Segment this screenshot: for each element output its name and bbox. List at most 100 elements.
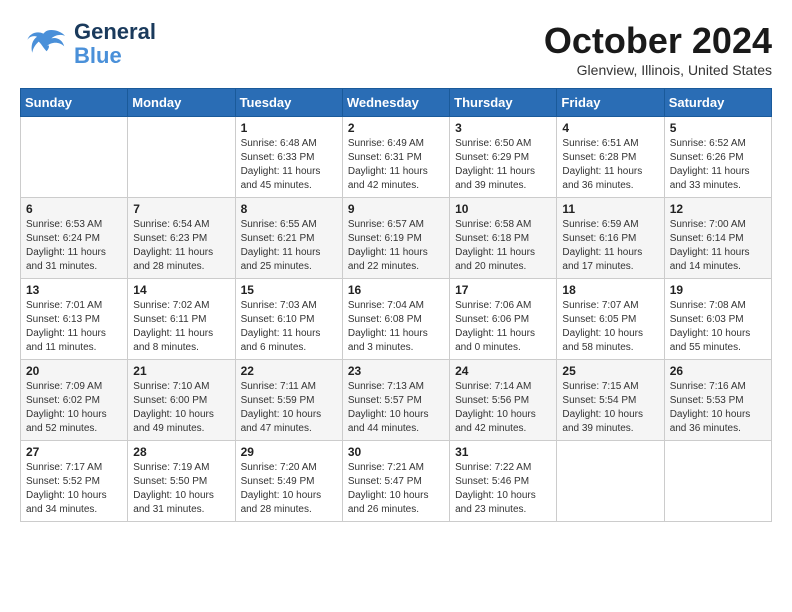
weekday-tuesday: Tuesday xyxy=(235,89,342,117)
calendar-cell: 19 Sunrise: 7:08 AMSunset: 6:03 PMDayligh… xyxy=(664,279,771,360)
calendar-cell xyxy=(557,441,664,522)
day-info: Sunrise: 7:13 AMSunset: 5:57 PMDaylight:… xyxy=(348,380,444,436)
week-row-2: 6Sunrise: 6:53 AMSunset: 6:24 PMDaylight… xyxy=(21,198,772,279)
day-info: Sunrise: 7:02 AMSunset: 6:11 PMDaylight:… xyxy=(133,299,229,355)
day-number: 2 xyxy=(348,121,444,135)
calendar-table: SundayMondayTuesdayWednesdayThursdayFrid… xyxy=(20,88,772,522)
day-info: Sunrise: 7:19 AMSunset: 5:50 PMDaylight:… xyxy=(133,461,229,517)
day-number: 17 xyxy=(455,283,551,297)
day-number: 30 xyxy=(348,445,444,459)
day-info: Sunrise: 7:00 AMSunset: 6:14 PMDaylight:… xyxy=(670,218,766,274)
calendar-cell: 12 Sunrise: 7:00 AMSunset: 6:14 PMDayligh… xyxy=(664,198,771,279)
calendar-cell: 31 Sunrise: 7:22 AMSunset: 5:46 PMDayligh… xyxy=(450,441,557,522)
day-number: 26 xyxy=(670,364,766,378)
day-info: Sunrise: 7:15 AMSunset: 5:54 PMDaylight:… xyxy=(562,380,658,436)
day-number: 13 xyxy=(26,283,122,297)
week-row-3: 13 Sunrise: 7:01 AMSunset: 6:13 PMDayligh… xyxy=(21,279,772,360)
weekday-friday: Friday xyxy=(557,89,664,117)
day-info: Sunrise: 6:51 AMSunset: 6:28 PMDaylight:… xyxy=(562,137,658,193)
day-number: 4 xyxy=(562,121,658,135)
day-number: 18 xyxy=(562,283,658,297)
day-info: Sunrise: 6:59 AMSunset: 6:16 PMDaylight:… xyxy=(562,218,658,274)
calendar-cell: 8 Sunrise: 6:55 AMSunset: 6:21 PMDaylight… xyxy=(235,198,342,279)
calendar-cell: 26Sunrise: 7:16 AMSunset: 5:53 PMDayligh… xyxy=(664,360,771,441)
day-info: Sunrise: 6:50 AMSunset: 6:29 PMDaylight:… xyxy=(455,137,551,193)
day-info: Sunrise: 6:52 AMSunset: 6:26 PMDaylight:… xyxy=(670,137,766,193)
logo-text: General Blue xyxy=(74,20,156,68)
day-number: 28 xyxy=(133,445,229,459)
calendar-cell: 16 Sunrise: 7:04 AMSunset: 6:08 PMDayligh… xyxy=(342,279,449,360)
calendar-cell: 27 Sunrise: 7:17 AMSunset: 5:52 PMDayligh… xyxy=(21,441,128,522)
day-info: Sunrise: 6:57 AMSunset: 6:19 PMDaylight:… xyxy=(348,218,444,274)
calendar-cell: 10 Sunrise: 6:58 AMSunset: 6:18 PMDayligh… xyxy=(450,198,557,279)
day-number: 27 xyxy=(26,445,122,459)
day-number: 5 xyxy=(670,121,766,135)
day-info: Sunrise: 7:22 AMSunset: 5:46 PMDaylight:… xyxy=(455,461,551,517)
day-number: 9 xyxy=(348,202,444,216)
day-number: 10 xyxy=(455,202,551,216)
day-number: 21 xyxy=(133,364,229,378)
day-info: Sunrise: 7:14 AMSunset: 5:56 PMDaylight:… xyxy=(455,380,551,436)
day-info: Sunrise: 7:06 AMSunset: 6:06 PMDaylight:… xyxy=(455,299,551,355)
calendar-cell: 1 Sunrise: 6:48 AMSunset: 6:33 PMDaylight… xyxy=(235,117,342,198)
day-info: Sunrise: 6:48 AMSunset: 6:33 PMDaylight:… xyxy=(241,137,337,193)
day-number: 12 xyxy=(670,202,766,216)
day-info: Sunrise: 6:58 AMSunset: 6:18 PMDaylight:… xyxy=(455,218,551,274)
calendar-cell xyxy=(664,441,771,522)
day-number: 20 xyxy=(26,364,122,378)
day-info: Sunrise: 6:49 AMSunset: 6:31 PMDaylight:… xyxy=(348,137,444,193)
day-number: 1 xyxy=(241,121,337,135)
weekday-wednesday: Wednesday xyxy=(342,89,449,117)
day-info: Sunrise: 7:11 AMSunset: 5:59 PMDaylight:… xyxy=(241,380,337,436)
day-info: Sunrise: 6:53 AMSunset: 6:24 PMDaylight:… xyxy=(26,218,122,274)
day-info: Sunrise: 7:04 AMSunset: 6:08 PMDaylight:… xyxy=(348,299,444,355)
day-number: 16 xyxy=(348,283,444,297)
day-info: Sunrise: 7:20 AMSunset: 5:49 PMDaylight:… xyxy=(241,461,337,517)
day-number: 14 xyxy=(133,283,229,297)
day-info: Sunrise: 6:54 AMSunset: 6:23 PMDaylight:… xyxy=(133,218,229,274)
calendar-cell: 17 Sunrise: 7:06 AMSunset: 6:06 PMDayligh… xyxy=(450,279,557,360)
weekday-sunday: Sunday xyxy=(21,89,128,117)
calendar-cell: 21 Sunrise: 7:10 AMSunset: 6:00 PMDayligh… xyxy=(128,360,235,441)
weekday-saturday: Saturday xyxy=(664,89,771,117)
day-number: 3 xyxy=(455,121,551,135)
weekday-thursday: Thursday xyxy=(450,89,557,117)
week-row-5: 27 Sunrise: 7:17 AMSunset: 5:52 PMDayligh… xyxy=(21,441,772,522)
calendar-cell: 28 Sunrise: 7:19 AMSunset: 5:50 PMDayligh… xyxy=(128,441,235,522)
calendar-cell: 18 Sunrise: 7:07 AMSunset: 6:05 PMDayligh… xyxy=(557,279,664,360)
day-info: Sunrise: 7:08 AMSunset: 6:03 PMDaylight:… xyxy=(670,299,766,355)
calendar-cell: 22 Sunrise: 7:11 AMSunset: 5:59 PMDayligh… xyxy=(235,360,342,441)
day-info: Sunrise: 7:21 AMSunset: 5:47 PMDaylight:… xyxy=(348,461,444,517)
calendar-cell xyxy=(21,117,128,198)
day-info: Sunrise: 6:55 AMSunset: 6:21 PMDaylight:… xyxy=(241,218,337,274)
day-number: 15 xyxy=(241,283,337,297)
day-number: 11 xyxy=(562,202,658,216)
day-number: 22 xyxy=(241,364,337,378)
calendar-cell: 25 Sunrise: 7:15 AMSunset: 5:54 PMDayligh… xyxy=(557,360,664,441)
calendar-cell: 6Sunrise: 6:53 AMSunset: 6:24 PMDaylight… xyxy=(21,198,128,279)
day-info: Sunrise: 7:01 AMSunset: 6:13 PMDaylight:… xyxy=(26,299,122,355)
day-number: 24 xyxy=(455,364,551,378)
day-number: 25 xyxy=(562,364,658,378)
day-info: Sunrise: 7:09 AMSunset: 6:02 PMDaylight:… xyxy=(26,380,122,436)
calendar-cell: 4 Sunrise: 6:51 AMSunset: 6:28 PMDaylight… xyxy=(557,117,664,198)
day-number: 31 xyxy=(455,445,551,459)
day-number: 8 xyxy=(241,202,337,216)
day-info: Sunrise: 7:17 AMSunset: 5:52 PMDaylight:… xyxy=(26,461,122,517)
day-number: 19 xyxy=(670,283,766,297)
month-title: October 2024 xyxy=(544,20,772,62)
calendar-cell: 24 Sunrise: 7:14 AMSunset: 5:56 PMDayligh… xyxy=(450,360,557,441)
calendar-cell: 7Sunrise: 6:54 AMSunset: 6:23 PMDaylight… xyxy=(128,198,235,279)
day-info: Sunrise: 7:10 AMSunset: 6:00 PMDaylight:… xyxy=(133,380,229,436)
weekday-header-row: SundayMondayTuesdayWednesdayThursdayFrid… xyxy=(21,89,772,117)
day-number: 23 xyxy=(348,364,444,378)
title-section: October 2024 Glenview, Illinois, United … xyxy=(544,20,772,78)
day-number: 29 xyxy=(241,445,337,459)
weekday-monday: Monday xyxy=(128,89,235,117)
calendar-cell: 5 Sunrise: 6:52 AMSunset: 6:26 PMDaylight… xyxy=(664,117,771,198)
day-info: Sunrise: 7:07 AMSunset: 6:05 PMDaylight:… xyxy=(562,299,658,355)
calendar-cell: 23 Sunrise: 7:13 AMSunset: 5:57 PMDayligh… xyxy=(342,360,449,441)
location: Glenview, Illinois, United States xyxy=(544,62,772,78)
calendar-cell: 3 Sunrise: 6:50 AMSunset: 6:29 PMDaylight… xyxy=(450,117,557,198)
week-row-4: 20 Sunrise: 7:09 AMSunset: 6:02 PMDayligh… xyxy=(21,360,772,441)
